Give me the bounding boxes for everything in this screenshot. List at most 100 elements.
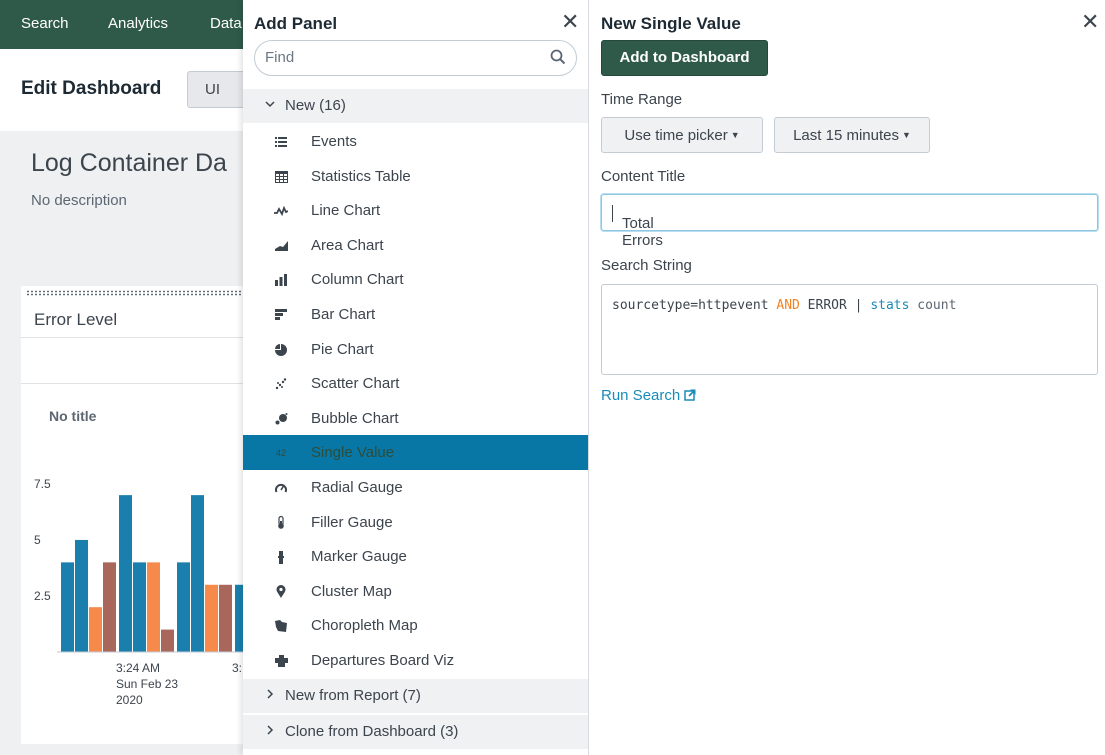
bubble-chart-icon <box>274 412 288 426</box>
marker-gauge-icon <box>274 550 288 564</box>
nav-analytics[interactable]: Analytics <box>108 15 168 32</box>
group-clone-label: Clone from Dashboard (3) <box>285 723 459 740</box>
viz-item-departures-board[interactable]: Departures Board Viz <box>243 643 588 678</box>
content-title-label: Content Title <box>601 168 686 185</box>
scatter-chart-icon <box>274 377 288 391</box>
caret-down-icon: ▼ <box>901 130 911 140</box>
chart-bar <box>119 495 132 652</box>
panel-search-input[interactable] <box>265 49 535 66</box>
search-string-editor[interactable]: sourcetype=httpevent AND ERROR | stats c… <box>601 284 1098 375</box>
editor-close-icon[interactable]: ✕ <box>1081 11 1099 33</box>
column-chart-icon <box>274 273 288 287</box>
viz-item-pie-chart[interactable]: Pie Chart <box>243 332 588 367</box>
viz-item-events[interactable]: Events <box>243 124 588 159</box>
viz-item-line-chart[interactable]: Line Chart <box>243 193 588 228</box>
viz-item-filler-gauge[interactable]: Filler Gauge <box>243 505 588 540</box>
search-token: ERROR | <box>799 298 871 313</box>
ui-mode-button[interactable]: UI <box>187 71 247 108</box>
error-level-panel: Error Level No title 7.5 5 2.5 3:24 AM Sun F… <box>21 286 251 744</box>
content-title-input[interactable]: Total Errors <box>601 194 1098 249</box>
chart-bar <box>161 629 174 652</box>
viz-item-statistics-table[interactable]: Statistics Table <box>243 159 588 194</box>
chart-bar <box>177 562 190 652</box>
chart-bar <box>61 562 74 652</box>
group-clone-from-dashboard[interactable]: Clone from Dashboard (3) <box>243 715 588 749</box>
chart-bar <box>219 584 232 652</box>
viz-item-label: Departures Board Viz <box>311 651 455 669</box>
chart-bar <box>75 539 88 652</box>
add-panel-sidebar: Add Panel ✕ New (16) Events Statistics T… <box>243 0 589 755</box>
panel-search-field[interactable] <box>254 40 577 76</box>
add-to-dashboard-button[interactable]: Add to Dashboard <box>601 40 768 76</box>
time-preset-label: Last 15 minutes <box>793 127 899 144</box>
chart-bar <box>103 562 116 652</box>
x-tick-label: 3: <box>232 661 242 675</box>
single-value-icon: 42 <box>275 448 286 459</box>
viz-item-label: Marker Gauge <box>311 548 407 566</box>
text-cursor <box>612 205 613 222</box>
departures-board-icon <box>274 654 288 668</box>
chart-title: No title <box>49 408 97 424</box>
viz-item-label: Scatter Chart <box>311 375 400 393</box>
viz-item-bar-chart[interactable]: Bar Chart <box>243 297 588 332</box>
viz-item-scatter-chart[interactable]: Scatter Chart <box>243 366 588 401</box>
nav-search[interactable]: Search <box>21 15 69 32</box>
chart-bar <box>191 495 204 652</box>
chart-bar <box>147 562 160 652</box>
chevron-right-icon <box>264 688 276 703</box>
viz-item-label: Radial Gauge <box>311 478 403 496</box>
group-new-from-report[interactable]: New from Report (7) <box>243 679 588 713</box>
error-level-chart: 7.5 5 2.5 3:24 AM Sun Feb 23 2020 3: <box>34 477 251 707</box>
x-tick-label: 2020 <box>116 693 143 707</box>
time-range-label: Time Range <box>601 91 683 108</box>
choropleth-map-icon <box>274 619 288 633</box>
viz-item-bubble-chart[interactable]: Bubble Chart <box>243 401 588 436</box>
add-panel-close-icon[interactable]: ✕ <box>561 11 579 33</box>
viz-item-cluster-map[interactable]: Cluster Map <box>243 574 588 609</box>
dashboard-description: No description <box>31 192 127 209</box>
line-chart-icon <box>274 204 288 218</box>
y-tick-label: 2.5 <box>34 589 51 603</box>
time-picker-dropdown[interactable]: Use time picker ▼ <box>601 117 763 153</box>
caret-down-icon: ▼ <box>730 130 740 140</box>
search-command: stats <box>870 298 910 313</box>
chevron-down-icon <box>264 98 276 113</box>
group-new[interactable]: New (16) <box>243 89 588 123</box>
viz-item-label: Choropleth Map <box>311 617 418 635</box>
x-tick-label: 3:24 AM <box>116 661 160 675</box>
run-search-link[interactable]: Run Search <box>601 387 696 404</box>
viz-item-radial-gauge[interactable]: Radial Gauge <box>243 470 588 505</box>
table-icon <box>274 170 288 184</box>
bar-chart-icon <box>274 308 288 322</box>
edit-dashboard-title: Edit Dashboard <box>21 78 162 99</box>
dashboard-title: Log Container Da <box>31 149 227 177</box>
search-icon[interactable] <box>550 49 566 70</box>
viz-item-label: Filler Gauge <box>311 513 393 531</box>
search-token: sourcetype=httpevent <box>612 298 777 313</box>
time-picker-label: Use time picker <box>624 127 728 144</box>
viz-item-label: Single Value <box>311 444 395 462</box>
group-report-label: New from Report (7) <box>285 687 421 704</box>
chart-bar <box>205 584 218 652</box>
viz-item-label: Area Chart <box>311 236 384 254</box>
editor-title: New Single Value <box>601 14 741 33</box>
time-preset-dropdown[interactable]: Last 15 minutes ▼ <box>774 117 930 153</box>
viz-item-column-chart[interactable]: Column Chart <box>243 262 588 297</box>
nav-data[interactable]: Data <box>210 15 242 32</box>
viz-item-label: Column Chart <box>311 271 404 289</box>
viz-item-label: Cluster Map <box>311 582 392 600</box>
chart-bar <box>89 607 102 652</box>
viz-item-choropleth-map[interactable]: Choropleth Map <box>243 608 588 643</box>
viz-item-label: Pie Chart <box>311 340 374 358</box>
radial-gauge-icon <box>274 481 288 495</box>
single-value-editor: New Single Value ✕ Add to Dashboard Time… <box>589 0 1105 755</box>
filler-gauge-icon <box>274 516 288 530</box>
viz-item-marker-gauge[interactable]: Marker Gauge <box>243 539 588 574</box>
area-chart-icon <box>274 239 288 253</box>
content-title-value: Total Errors <box>612 205 663 249</box>
panel-divider <box>21 383 251 384</box>
viz-item-area-chart[interactable]: Area Chart <box>243 228 588 263</box>
viz-item-single-value[interactable]: 42 Single Value <box>243 435 588 470</box>
viz-item-label: Line Chart <box>311 202 381 220</box>
panel-drag-handle[interactable] <box>26 290 246 296</box>
